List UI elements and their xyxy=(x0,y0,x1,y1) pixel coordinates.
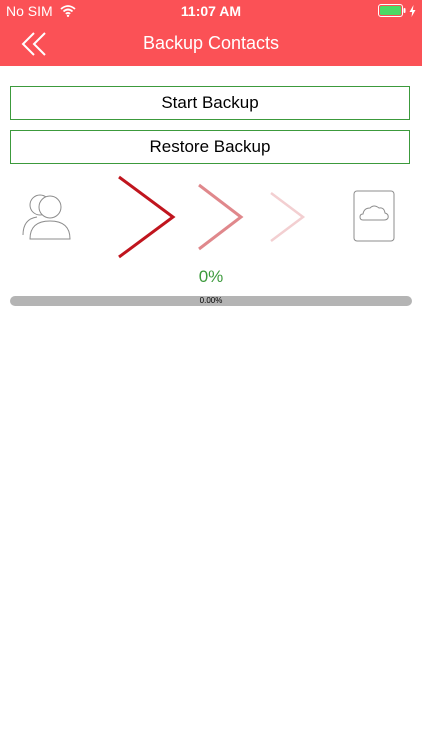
status-bar: No SIM 11:07 AM xyxy=(0,0,422,22)
progress-bar-text: 0.00% xyxy=(199,296,223,305)
nav-bar: Backup Contacts xyxy=(0,22,422,66)
chevron-right-icon xyxy=(198,183,244,251)
progress-bar: 0.00% xyxy=(10,296,412,306)
transfer-animation xyxy=(0,175,422,265)
chevron-right-icon xyxy=(118,175,176,259)
start-backup-button[interactable]: Start Backup xyxy=(10,86,410,120)
status-right xyxy=(378,4,416,17)
chevron-right-icon xyxy=(270,192,306,242)
header: No SIM 11:07 AM Backup Contacts xyxy=(0,0,422,66)
restore-backup-button[interactable]: Restore Backup xyxy=(10,130,410,164)
cloud-icon xyxy=(353,190,395,242)
contacts-icon xyxy=(22,194,71,240)
backup-contacts-screen: No SIM 11:07 AM Backup Contacts Start Ba… xyxy=(0,0,422,750)
battery-icon xyxy=(378,4,406,17)
page-title: Backup Contacts xyxy=(142,33,280,53)
bolt-icon xyxy=(409,4,416,17)
progress-percent: 0% xyxy=(198,267,224,286)
status-time: 11:07 AM xyxy=(180,3,242,19)
